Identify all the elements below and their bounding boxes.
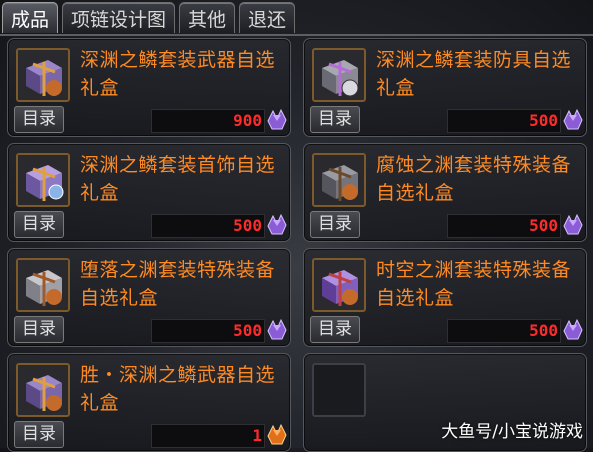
- item-name: 堕落之渊套装特殊装备自选礼盒: [80, 259, 276, 309]
- price-value: 500: [529, 321, 558, 340]
- price-value: 900: [233, 111, 262, 130]
- price-value: 500: [233, 321, 262, 340]
- item-name: 胜・深渊之鳞武器自选礼盒: [80, 364, 276, 414]
- purple-crystal-icon: [560, 212, 586, 238]
- catalog-button[interactable]: 目录: [310, 211, 360, 238]
- catalog-button[interactable]: 目录: [14, 211, 64, 238]
- price-field: 500: [447, 319, 561, 343]
- item-card[interactable]: 腐蚀之渊套装特殊装备自选礼盒 目录 500: [303, 143, 587, 242]
- tab-finished-products[interactable]: 成品: [2, 2, 59, 33]
- price-field: 500: [151, 214, 265, 238]
- catalog-button[interactable]: 目录: [310, 106, 360, 133]
- price-value: 1: [252, 426, 262, 445]
- watermark: 大鱼号/小宝说游戏: [441, 422, 583, 442]
- tab-refund[interactable]: 退还: [239, 2, 296, 33]
- tab-divider: [0, 34, 593, 36]
- catalog-button[interactable]: 目录: [14, 106, 64, 133]
- purple-crystal-icon: [264, 107, 290, 133]
- tab-necklace-designs[interactable]: 项链设计图: [62, 2, 176, 33]
- catalog-button[interactable]: 目录: [14, 316, 64, 343]
- item-name: 深渊之鳞套装首饰自选礼盒: [80, 154, 276, 204]
- price-field: 900: [151, 109, 265, 133]
- purple-crystal-icon: [560, 317, 586, 343]
- price-field: 1: [151, 424, 265, 448]
- item-card[interactable]: 胜・深渊之鳞武器自选礼盒 目录 1: [7, 353, 291, 452]
- gift-box-icon: [16, 258, 70, 312]
- price-field: 500: [151, 319, 265, 343]
- item-card[interactable]: 深渊之鳞套装首饰自选礼盒 目录 500: [7, 143, 291, 242]
- price-field: 500: [447, 214, 561, 238]
- item-card[interactable]: 深渊之鳞套装防具自选礼盒 目录 500: [303, 38, 587, 137]
- orange-crystal-icon: [264, 422, 290, 448]
- item-card[interactable]: 堕落之渊套装特殊装备自选礼盒 目录 500: [7, 248, 291, 347]
- purple-crystal-icon: [264, 317, 290, 343]
- gift-box-icon: [312, 153, 366, 207]
- item-name: 深渊之鳞套装防具自选礼盒: [376, 49, 572, 99]
- price-value: 500: [233, 216, 262, 235]
- purple-crystal-icon: [560, 107, 586, 133]
- catalog-button[interactable]: 目录: [310, 316, 360, 343]
- empty-icon-slot: [312, 363, 366, 417]
- item-name: 深渊之鳞套装武器自选礼盒: [80, 49, 276, 99]
- tab-bar: 成品 项链设计图 其他 退还: [2, 2, 296, 34]
- item-card[interactable]: 深渊之鳞套装武器自选礼盒 目录 900: [7, 38, 291, 137]
- gift-box-icon: [312, 258, 366, 312]
- price-value: 500: [529, 216, 558, 235]
- catalog-button[interactable]: 目录: [14, 421, 64, 448]
- item-name: 时空之渊套装特殊装备自选礼盒: [376, 259, 572, 309]
- gift-box-icon: [16, 48, 70, 102]
- tab-other[interactable]: 其他: [179, 2, 236, 33]
- purple-crystal-icon: [264, 212, 290, 238]
- item-card[interactable]: 时空之渊套装特殊装备自选礼盒 目录 500: [303, 248, 587, 347]
- gift-box-icon: [312, 48, 366, 102]
- gift-box-icon: [16, 363, 70, 417]
- gift-box-icon: [16, 153, 70, 207]
- item-name: 腐蚀之渊套装特殊装备自选礼盒: [376, 154, 572, 204]
- price-value: 500: [529, 111, 558, 130]
- price-field: 500: [447, 109, 561, 133]
